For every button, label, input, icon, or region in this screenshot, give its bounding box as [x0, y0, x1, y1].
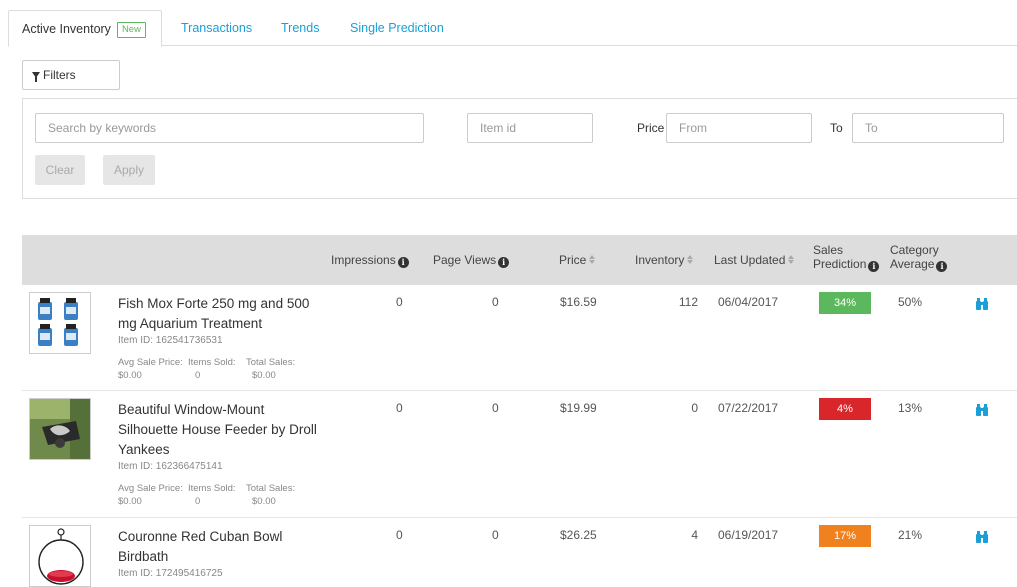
new-badge: New — [116, 22, 146, 38]
sort-icon — [589, 255, 597, 265]
header-impressions[interactable]: Impressions i — [331, 253, 409, 268]
filters-toggle-label: Filters — [43, 68, 76, 82]
header-last-updated-label: Last Updated — [714, 253, 786, 267]
filter-icon — [32, 72, 40, 82]
clear-button[interactable]: Clear — [35, 155, 85, 185]
total-sales-label: Total Sales: — [246, 483, 296, 494]
impressions-value: 0 — [396, 528, 403, 542]
tab-trends[interactable]: Trends — [281, 10, 319, 46]
filter-panel: Price To Clear Apply — [22, 98, 1017, 199]
tab-active-inventory[interactable]: Active Inventory New — [8, 10, 162, 47]
inventory-value: 4 — [691, 528, 698, 542]
header-price[interactable]: Price — [559, 253, 597, 267]
price-value: $26.25 — [560, 528, 597, 542]
last-updated-value: 06/19/2017 — [718, 528, 779, 542]
table-header: Impressions i Page Views i Price Inventory… — [22, 235, 1017, 285]
price-label: Price — [637, 121, 665, 135]
header-category-label: Category — [890, 243, 939, 257]
filters-toggle-button[interactable]: Filters — [22, 60, 120, 90]
info-icon: i — [936, 261, 948, 272]
price-value: $16.59 — [560, 295, 597, 309]
last-updated-value: 07/22/2017 — [718, 401, 779, 415]
binoculars-icon[interactable] — [975, 530, 989, 544]
info-icon: i — [397, 257, 409, 268]
impressions-value: 0 — [396, 401, 403, 415]
header-last-updated[interactable]: Last Updated — [714, 253, 796, 267]
header-category-average[interactable]: Category Average i — [890, 243, 948, 272]
category-average-value: 21% — [898, 528, 923, 542]
header-page-views[interactable]: Page Views i — [433, 253, 510, 268]
item-id: Item ID: 172495416725 — [118, 568, 223, 579]
price-value: $19.99 — [560, 401, 597, 415]
sort-icon — [687, 255, 695, 265]
price-from-input[interactable] — [666, 113, 812, 143]
table-row: Couronne Red Cuban Bowl Birdbath Item ID… — [22, 518, 1017, 587]
header-inventory-label: Inventory — [635, 253, 685, 267]
impressions-value: 0 — [396, 295, 403, 309]
page-views-value: 0 — [492, 401, 499, 415]
avg-sale-value: $0.00 — [118, 370, 142, 381]
header-impressions-label: Impressions — [331, 253, 396, 267]
inventory-value: 0 — [691, 401, 698, 415]
product-thumbnail[interactable] — [29, 292, 91, 354]
sales-prediction-badge: 17% — [819, 525, 871, 547]
tab-active-inventory-label: Active Inventory — [22, 22, 111, 36]
items-sold-label: Items Sold: — [188, 483, 236, 494]
header-sales-label: Sales — [813, 243, 844, 257]
binoculars-icon[interactable] — [975, 297, 989, 311]
product-title[interactable]: Beautiful Window-Mount Silhouette House … — [118, 400, 318, 460]
price-to-input[interactable] — [852, 113, 1004, 143]
header-prediction-label: Prediction — [813, 257, 867, 271]
to-label: To — [830, 121, 843, 135]
category-average-value: 13% — [898, 401, 923, 415]
header-inventory[interactable]: Inventory — [635, 253, 695, 267]
sales-prediction-badge: 4% — [819, 398, 871, 420]
info-icon: i — [498, 257, 510, 268]
avg-sale-label: Avg Sale Price: — [118, 483, 183, 494]
tab-single-prediction[interactable]: Single Prediction — [350, 10, 444, 46]
sort-icon — [788, 255, 796, 265]
table-row: Fish Mox Forte 250 mg and 500 mg Aquariu… — [22, 285, 1017, 391]
sales-prediction-badge: 34% — [819, 292, 871, 314]
avg-sale-value: $0.00 — [118, 496, 142, 507]
keyword-search-input[interactable] — [35, 113, 424, 143]
item-id: Item ID: 162541736531 — [118, 335, 223, 346]
total-sales-label: Total Sales: — [246, 357, 296, 368]
header-page-views-label: Page Views — [433, 253, 497, 267]
inventory-value: 112 — [678, 295, 698, 309]
table-row: Beautiful Window-Mount Silhouette House … — [22, 391, 1017, 518]
product-title[interactable]: Fish Mox Forte 250 mg and 500 mg Aquariu… — [118, 294, 318, 334]
category-average-value: 50% — [898, 295, 923, 309]
items-sold-label: Items Sold: — [188, 357, 236, 368]
avg-sale-label: Avg Sale Price: — [118, 357, 183, 368]
items-sold-value: 0 — [195, 496, 201, 507]
apply-button[interactable]: Apply — [103, 155, 155, 185]
last-updated-value: 06/04/2017 — [718, 295, 779, 309]
header-sales-prediction[interactable]: Sales Prediction i — [813, 243, 880, 272]
tab-transactions[interactable]: Transactions — [181, 10, 252, 46]
items-sold-value: 0 — [195, 370, 201, 381]
page-views-value: 0 — [492, 528, 499, 542]
product-thumbnail[interactable] — [29, 525, 91, 587]
tab-bar: Active Inventory New Transactions Trends … — [8, 10, 1017, 47]
page-views-value: 0 — [492, 295, 499, 309]
total-sales-value: $0.00 — [252, 370, 276, 381]
binoculars-icon[interactable] — [975, 403, 989, 417]
info-icon: i — [868, 261, 880, 272]
total-sales-value: $0.00 — [252, 496, 276, 507]
item-id: Item ID: 162366475141 — [118, 461, 223, 472]
item-id-input[interactable] — [467, 113, 593, 143]
product-title[interactable]: Couronne Red Cuban Bowl Birdbath — [118, 527, 318, 567]
header-price-label: Price — [559, 253, 587, 267]
product-thumbnail[interactable] — [29, 398, 91, 460]
header-average-label: Average — [890, 257, 935, 271]
